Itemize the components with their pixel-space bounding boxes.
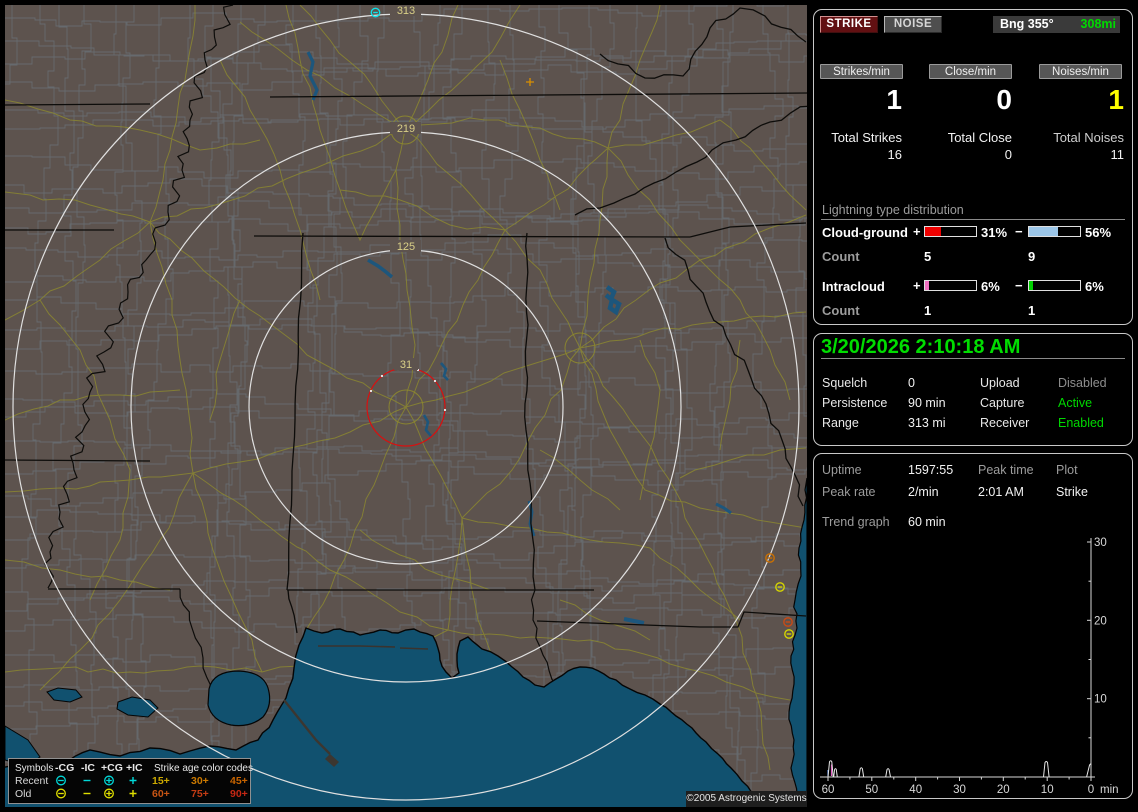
svg-text:125: 125 bbox=[397, 241, 415, 253]
svg-text:40: 40 bbox=[909, 784, 922, 796]
svg-text:0: 0 bbox=[1088, 784, 1094, 796]
svg-text:219: 219 bbox=[397, 123, 415, 135]
svg-text:313: 313 bbox=[397, 5, 415, 17]
svg-text:20: 20 bbox=[997, 784, 1010, 796]
svg-text:31: 31 bbox=[400, 359, 412, 371]
svg-text:20: 20 bbox=[1094, 615, 1107, 627]
svg-text:50: 50 bbox=[865, 784, 878, 796]
svg-text:10: 10 bbox=[1041, 784, 1054, 796]
svg-text:min: min bbox=[1100, 784, 1119, 796]
svg-text:30: 30 bbox=[1094, 537, 1107, 549]
svg-text:10: 10 bbox=[1094, 694, 1107, 706]
svg-text:30: 30 bbox=[953, 784, 966, 796]
svg-text:60: 60 bbox=[822, 784, 835, 796]
